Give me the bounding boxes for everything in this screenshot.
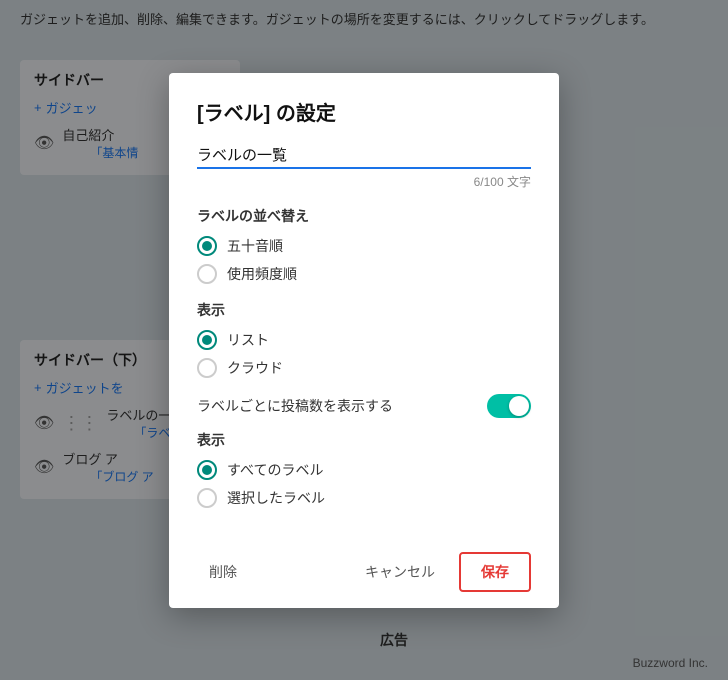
- settings-dialog: [ラベル] の設定 6/100 文字 ラベルの並べ替え 五十音順 使用頻度順 表…: [169, 73, 559, 608]
- display-option-1[interactable]: クラウド: [197, 358, 531, 378]
- display-option-0[interactable]: リスト: [197, 330, 531, 350]
- sort-radio-1: [197, 264, 217, 284]
- sort-option-1[interactable]: 使用頻度順: [197, 264, 531, 284]
- delete-button[interactable]: 削除: [197, 554, 249, 590]
- sort-section-label: ラベルの並べ替え: [197, 206, 531, 226]
- show-section-label: 表示: [197, 430, 531, 450]
- toggle-row: ラベルごとに投稿数を表示する: [197, 394, 531, 418]
- display-radio-0: [197, 330, 217, 350]
- sort-radio-0: [197, 236, 217, 256]
- show-option-1[interactable]: 選択したラベル: [197, 488, 531, 508]
- show-radio-group: すべてのラベル 選択したラベル: [197, 460, 531, 508]
- sort-option-0[interactable]: 五十音順: [197, 236, 531, 256]
- cancel-button[interactable]: キャンセル: [349, 554, 451, 590]
- char-count: 6/100 文字: [197, 173, 531, 190]
- dialog-footer: 削除 キャンセル 保存: [169, 540, 559, 608]
- toggle-label: ラベルごとに投稿数を表示する: [197, 396, 393, 416]
- display-section-label: 表示: [197, 300, 531, 320]
- show-radio-1: [197, 488, 217, 508]
- dialog-content: [ラベル] の設定 6/100 文字 ラベルの並べ替え 五十音順 使用頻度順 表…: [169, 73, 559, 540]
- show-option-0[interactable]: すべてのラベル: [197, 460, 531, 480]
- dialog-title: [ラベル] の設定: [197, 97, 531, 126]
- modal-overlay: [ラベル] の設定 6/100 文字 ラベルの並べ替え 五十音順 使用頻度順 表…: [0, 0, 728, 680]
- sort-radio-group: 五十音順 使用頻度順: [197, 236, 531, 284]
- label-name-input[interactable]: [197, 142, 531, 169]
- save-button[interactable]: 保存: [459, 552, 531, 592]
- display-radio-group: リスト クラウド: [197, 330, 531, 378]
- display-radio-1: [197, 358, 217, 378]
- show-radio-0: [197, 460, 217, 480]
- post-count-toggle[interactable]: [487, 394, 531, 418]
